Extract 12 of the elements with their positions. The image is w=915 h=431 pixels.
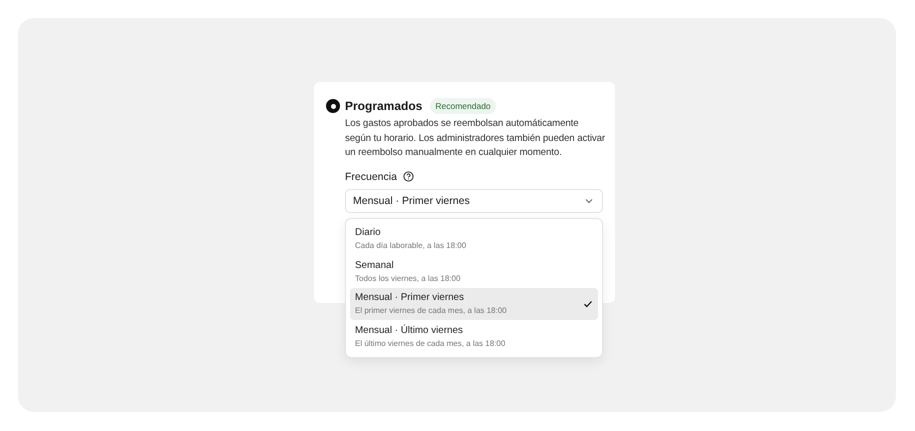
radio-button[interactable] [326, 99, 340, 113]
option-title: Programados [345, 99, 422, 113]
menu-option[interactable]: Diario Cada día laborable, a las 18:00 [350, 222, 598, 255]
menu-option[interactable]: Mensual · Primer viernes El primer viernes de cada mes, a las 18:00 [350, 288, 598, 320]
option-description: Los gastos aprobados se reembolsan automáticamente según tu horario. Los administradores también pueden activar un reembolso manualmente en cualquier momento. [345, 117, 606, 160]
frequency-dropdown[interactable]: Mensual · Primer viernes [345, 188, 603, 212]
check-icon [583, 298, 593, 309]
menu-option[interactable]: Semanal Todos los viernes, a las 18:00 [350, 255, 598, 288]
field-label: Frecuencia [345, 170, 397, 182]
help-icon[interactable] [402, 171, 414, 182]
menu-option[interactable]: Mensual · Último viernes El último viernes de cada mes, a las 18:00 [350, 320, 598, 352]
recommended-badge: Recomendado [430, 98, 496, 114]
